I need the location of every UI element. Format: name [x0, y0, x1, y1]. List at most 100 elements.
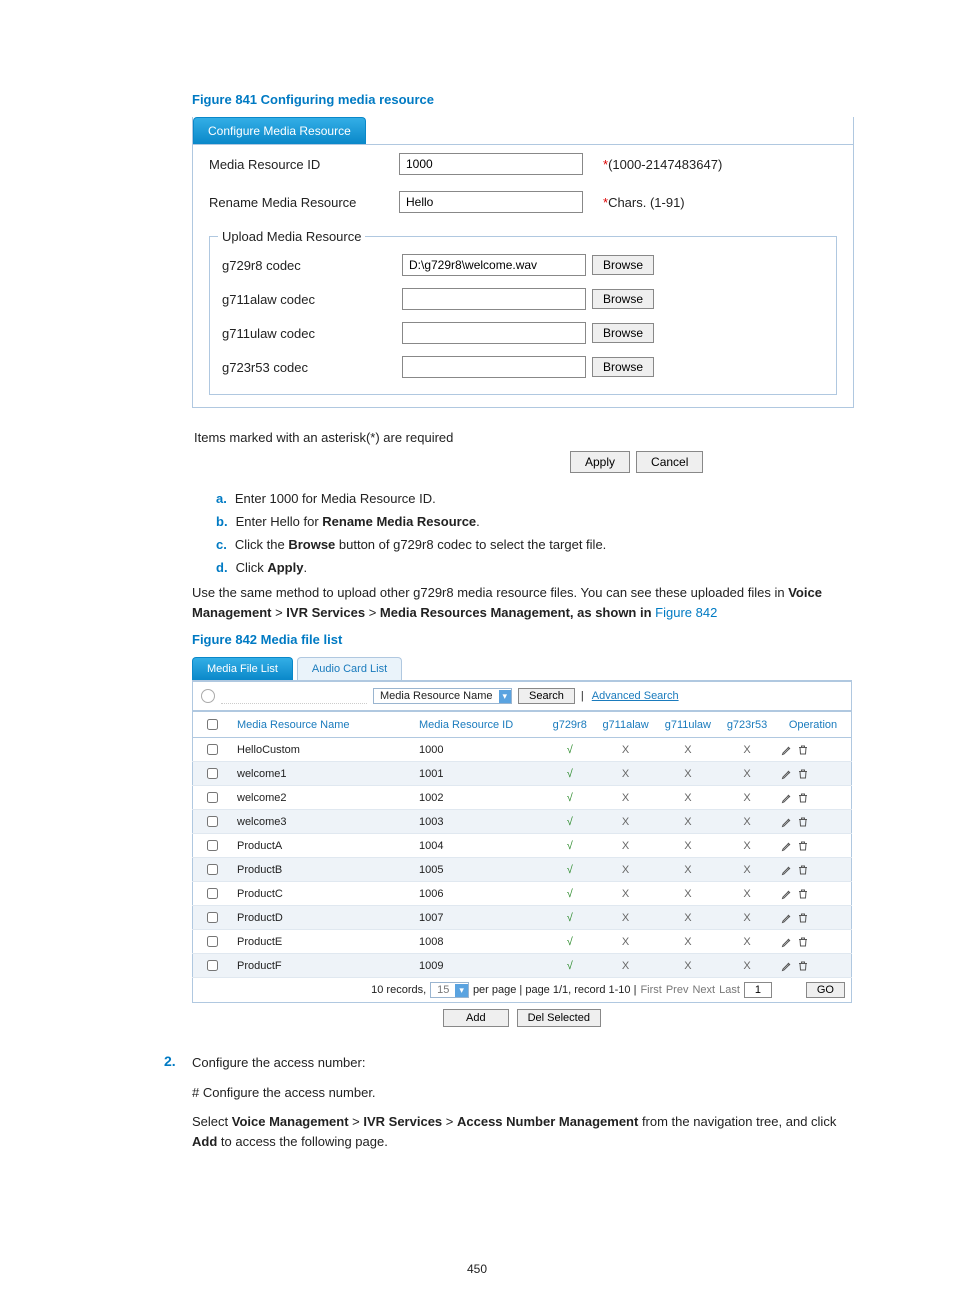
row-checkbox[interactable]: [207, 744, 218, 755]
row-checkbox[interactable]: [207, 792, 218, 803]
edit-icon[interactable]: [781, 840, 793, 852]
first-page-link[interactable]: First: [640, 984, 661, 996]
search-bar: Media Resource Name ▾ Search | Advanced …: [192, 681, 852, 711]
cell-g711ulaw: X: [657, 834, 719, 858]
page-number-input[interactable]: [744, 982, 772, 998]
cell-g711ulaw: X: [657, 906, 719, 930]
col-g723r53[interactable]: g723r53: [719, 712, 775, 738]
cell-id: 1000: [413, 738, 545, 762]
edit-icon[interactable]: [781, 936, 793, 948]
row-checkbox[interactable]: [207, 888, 218, 899]
cell-g711ulaw: X: [657, 954, 719, 978]
edit-icon[interactable]: [781, 888, 793, 900]
codec-file-input[interactable]: [402, 288, 586, 310]
col-g711ulaw[interactable]: g711ulaw: [657, 712, 719, 738]
delete-icon[interactable]: [797, 888, 809, 900]
cell-g723r53: X: [719, 882, 775, 906]
col-id[interactable]: Media Resource ID: [413, 712, 545, 738]
row-checkbox[interactable]: [207, 840, 218, 851]
col-g711alaw[interactable]: g711alaw: [594, 712, 656, 738]
row-checkbox[interactable]: [207, 768, 218, 779]
table-row: welcome31003√XXX: [193, 810, 852, 834]
delete-icon[interactable]: [797, 936, 809, 948]
delete-icon[interactable]: [797, 768, 809, 780]
cell-g711alaw: X: [594, 738, 656, 762]
edit-icon[interactable]: [781, 816, 793, 828]
upload-media-resource-fieldset: Upload Media Resource g729r8 codec Brows…: [209, 229, 837, 395]
search-field-select[interactable]: Media Resource Name ▾: [373, 688, 512, 704]
browse-button[interactable]: Browse: [592, 357, 654, 377]
rename-media-resource-input[interactable]: [399, 191, 583, 213]
table-row: ProductB1005√XXX: [193, 858, 852, 882]
cell-g723r53: X: [719, 930, 775, 954]
table-row: ProductF1009√XXX: [193, 954, 852, 978]
browse-button[interactable]: Browse: [592, 289, 654, 309]
table-footer: 10 records, 15 ▾ per page | page 1/1, re…: [192, 978, 852, 1003]
codec-file-input[interactable]: [402, 356, 586, 378]
cell-g711alaw: X: [594, 906, 656, 930]
go-button[interactable]: GO: [806, 982, 845, 998]
delete-icon[interactable]: [797, 840, 809, 852]
codec-file-input[interactable]: [402, 254, 586, 276]
codec-file-input[interactable]: [402, 322, 586, 344]
tab-media-file-list[interactable]: Media File List: [192, 657, 293, 680]
browse-button[interactable]: Browse: [592, 255, 654, 275]
row-checkbox[interactable]: [207, 912, 218, 923]
delete-icon[interactable]: [797, 912, 809, 924]
rename-media-resource-label: Rename Media Resource: [209, 195, 399, 210]
row-checkbox[interactable]: [207, 816, 218, 827]
prev-page-link[interactable]: Prev: [666, 984, 689, 996]
table-row: ProductA1004√XXX: [193, 834, 852, 858]
cancel-button[interactable]: Cancel: [636, 451, 703, 473]
row-checkbox[interactable]: [207, 864, 218, 875]
cell-g711alaw: X: [594, 834, 656, 858]
apply-button[interactable]: Apply: [570, 451, 630, 473]
row-checkbox[interactable]: [207, 960, 218, 971]
browse-button[interactable]: Browse: [592, 323, 654, 343]
search-button[interactable]: Search: [518, 688, 575, 704]
col-name[interactable]: Media Resource Name: [231, 712, 413, 738]
edit-icon[interactable]: [781, 768, 793, 780]
cell-g723r53: X: [719, 906, 775, 930]
del-selected-button[interactable]: Del Selected: [517, 1009, 601, 1027]
tab-audio-card-list[interactable]: Audio Card List: [297, 657, 402, 680]
figure-842-link[interactable]: Figure 842: [655, 605, 717, 620]
step-2: 2. Configure the access number: # Config…: [192, 1053, 854, 1161]
delete-icon[interactable]: [797, 792, 809, 804]
delete-icon[interactable]: [797, 960, 809, 972]
col-g729r8[interactable]: g729r8: [545, 712, 594, 738]
cell-name: welcome2: [231, 786, 413, 810]
edit-icon[interactable]: [781, 960, 793, 972]
tab-configure-media-resource[interactable]: Configure Media Resource: [193, 117, 366, 144]
cell-name: welcome3: [231, 810, 413, 834]
codec-label: g711alaw codec: [222, 292, 402, 307]
edit-icon[interactable]: [781, 744, 793, 756]
step-a: a.Enter 1000 for Media Resource ID.: [216, 491, 854, 506]
next-page-link[interactable]: Next: [692, 984, 715, 996]
edit-icon[interactable]: [781, 864, 793, 876]
media-resource-id-input[interactable]: [399, 153, 583, 175]
chevron-down-icon: ▾: [499, 690, 512, 703]
edit-icon[interactable]: [781, 912, 793, 924]
delete-icon[interactable]: [797, 744, 809, 756]
delete-icon[interactable]: [797, 864, 809, 876]
last-page-link[interactable]: Last: [719, 984, 740, 996]
advanced-search-link[interactable]: Advanced Search: [592, 690, 679, 702]
select-all-checkbox[interactable]: [207, 719, 218, 730]
cell-g723r53: X: [719, 738, 775, 762]
search-input[interactable]: [221, 689, 367, 704]
cell-g711alaw: X: [594, 786, 656, 810]
cell-g711alaw: X: [594, 762, 656, 786]
add-button[interactable]: Add: [443, 1009, 509, 1027]
figure-842-caption: Figure 842 Media file list: [192, 632, 854, 647]
step-b: b.Enter Hello for Rename Media Resource.: [216, 514, 854, 529]
row-checkbox[interactable]: [207, 936, 218, 947]
edit-icon[interactable]: [781, 792, 793, 804]
per-page-select[interactable]: 15 ▾: [430, 982, 469, 998]
cell-g711alaw: X: [594, 882, 656, 906]
table-row: ProductD1007√XXX: [193, 906, 852, 930]
delete-icon[interactable]: [797, 816, 809, 828]
cell-g729r8: √: [545, 762, 594, 786]
mid-paragraph: Use the same method to upload other g729…: [192, 583, 854, 622]
rename-media-resource-hint: *Chars. (1-91): [603, 195, 685, 210]
